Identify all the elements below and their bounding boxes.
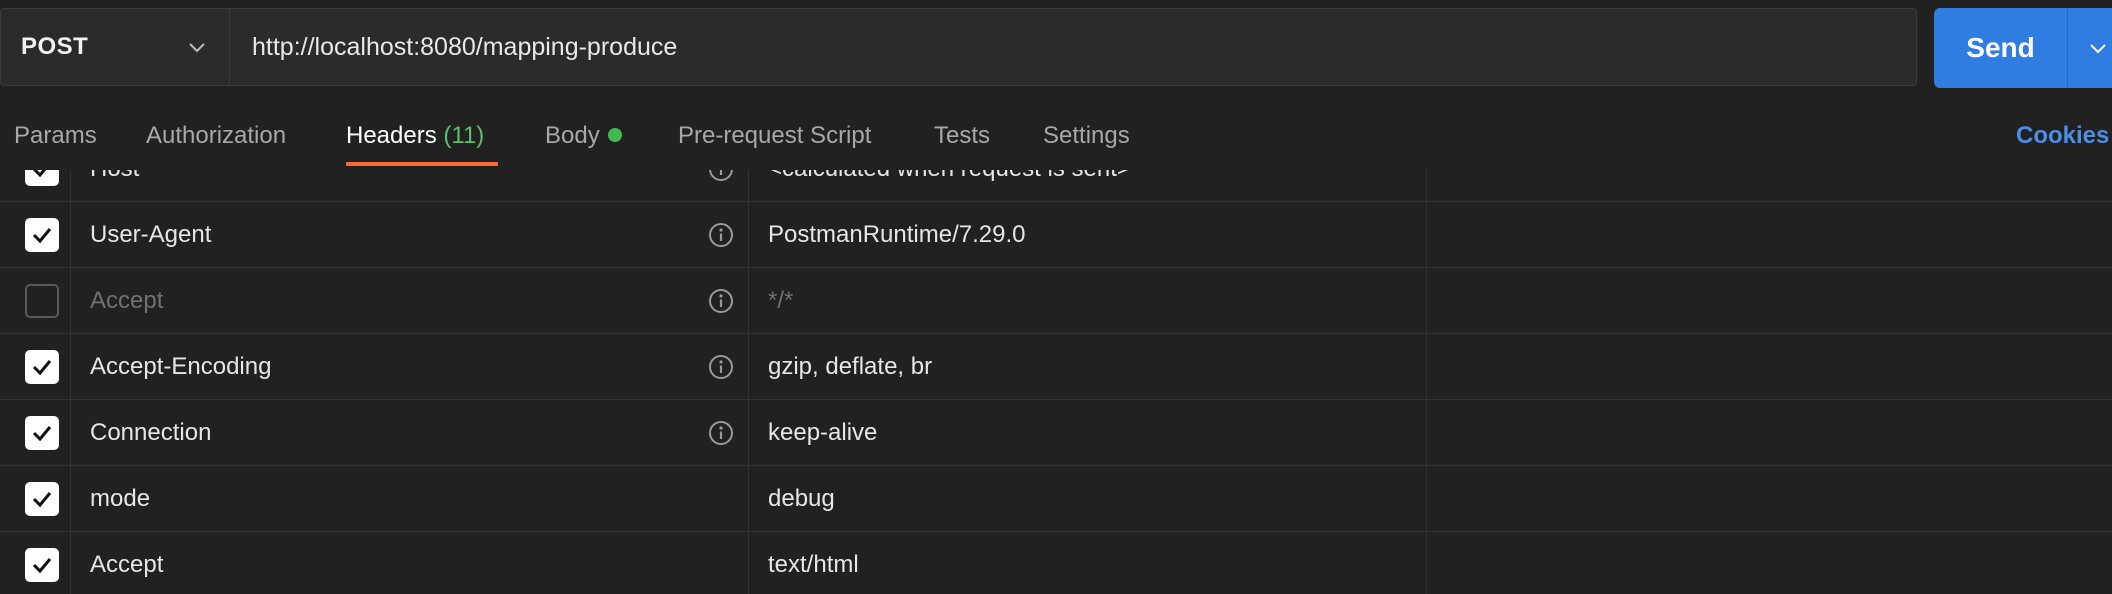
table-row: Accept text/html (0, 532, 2112, 594)
header-value-cell[interactable]: */* (749, 268, 1427, 333)
active-tab-indicator (346, 162, 498, 166)
checkmark-icon (32, 426, 52, 442)
info-icon[interactable] (708, 170, 734, 182)
request-tabs: Params Authorization Headers (11) Body P… (0, 100, 2112, 170)
headers-count-badge: (11) (443, 122, 485, 149)
header-key-cell[interactable]: Accept (71, 532, 749, 594)
tab-body[interactable]: Body (545, 100, 622, 170)
header-key-cell[interactable]: Accept (71, 268, 749, 333)
table-row: Accept */* (0, 268, 2112, 334)
table-row: Connection keep-alive (0, 400, 2112, 466)
method-label: POST (21, 33, 89, 60)
table-row: Host <calculated when request is sent> (0, 170, 2112, 202)
header-key: Host (90, 170, 139, 202)
info-icon[interactable] (708, 222, 734, 248)
send-button-group: Send (1934, 8, 2112, 88)
checkbox-cell (0, 334, 71, 399)
info-icon[interactable] (708, 420, 734, 446)
header-checkbox[interactable] (25, 416, 59, 450)
chevron-down-icon (2090, 44, 2106, 54)
send-options-button[interactable] (2068, 8, 2112, 88)
header-key-cell[interactable]: Accept-Encoding (71, 334, 749, 399)
info-icon[interactable] (708, 354, 734, 380)
checkmark-icon (32, 492, 52, 508)
checkbox-cell (0, 532, 71, 594)
header-key: Connection (90, 419, 212, 446)
tab-prerequest-script[interactable]: Pre-request Script (678, 100, 871, 170)
cookies-link[interactable]: Cookies (2016, 100, 2109, 170)
tab-body-label: Body (545, 122, 600, 149)
checkmark-icon (32, 360, 52, 376)
header-value-cell[interactable]: text/html (749, 532, 1427, 594)
checkbox-cell (0, 400, 71, 465)
header-key: Accept (90, 551, 164, 578)
header-value: text/html (768, 551, 859, 578)
header-key-cell[interactable]: Host (71, 170, 749, 201)
header-value-cell[interactable]: debug (749, 466, 1427, 531)
header-checkbox[interactable] (25, 218, 59, 252)
header-checkbox[interactable] (25, 350, 59, 384)
request-bar: POST http://localhost:8080/mapping-produ… (0, 0, 2112, 100)
checkmark-icon (32, 170, 47, 178)
checkmark-icon (32, 558, 52, 574)
send-button[interactable]: Send (1934, 8, 2068, 88)
header-checkbox[interactable] (25, 284, 59, 318)
header-key-cell[interactable]: User-Agent (71, 202, 749, 267)
tab-tests[interactable]: Tests (934, 100, 990, 170)
tab-settings[interactable]: Settings (1043, 100, 1130, 170)
headers-table: Host <calculated when request is sent> U… (0, 170, 2112, 594)
header-value: keep-alive (768, 419, 878, 446)
header-checkbox[interactable] (25, 170, 59, 186)
header-value: PostmanRuntime/7.29.0 (768, 221, 1026, 248)
header-checkbox[interactable] (25, 548, 59, 582)
method-url-group: POST http://localhost:8080/mapping-produ… (0, 8, 1917, 86)
header-key: User-Agent (90, 221, 212, 248)
method-select[interactable]: POST (1, 9, 230, 85)
header-key-cell[interactable]: mode (71, 466, 749, 531)
chevron-down-icon (189, 43, 205, 53)
header-checkbox[interactable] (25, 482, 59, 516)
checkbox-cell (0, 202, 71, 267)
header-value-cell[interactable]: <calculated when request is sent> (749, 170, 1427, 201)
checkmark-icon (32, 228, 52, 244)
header-value: */* (768, 287, 794, 314)
checkbox-cell (0, 466, 71, 531)
header-value: <calculated when request is sent> (768, 170, 1131, 202)
table-row: mode debug (0, 466, 2112, 532)
header-value: gzip, deflate, br (768, 353, 933, 380)
url-input[interactable]: http://localhost:8080/mapping-produce (252, 9, 677, 85)
tab-params[interactable]: Params (14, 100, 97, 170)
checkbox-cell (0, 170, 71, 201)
table-row: Accept-Encoding gzip, deflate, br (0, 334, 2112, 400)
header-key: Accept-Encoding (90, 353, 272, 380)
header-value-cell[interactable]: PostmanRuntime/7.29.0 (749, 202, 1427, 267)
header-key: mode (90, 485, 151, 512)
tab-headers-label: Headers (346, 122, 437, 149)
header-key-cell[interactable]: Connection (71, 400, 749, 465)
header-value: debug (768, 485, 835, 512)
table-row: User-Agent PostmanRuntime/7.29.0 (0, 202, 2112, 268)
info-icon[interactable] (708, 288, 734, 314)
header-value-cell[interactable]: gzip, deflate, br (749, 334, 1427, 399)
header-key: Accept (90, 287, 164, 314)
header-value-cell[interactable]: keep-alive (749, 400, 1427, 465)
tab-headers[interactable]: Headers (11) (346, 100, 484, 170)
tab-authorization[interactable]: Authorization (146, 100, 286, 170)
checkbox-cell (0, 268, 71, 333)
body-status-dot (607, 127, 622, 142)
